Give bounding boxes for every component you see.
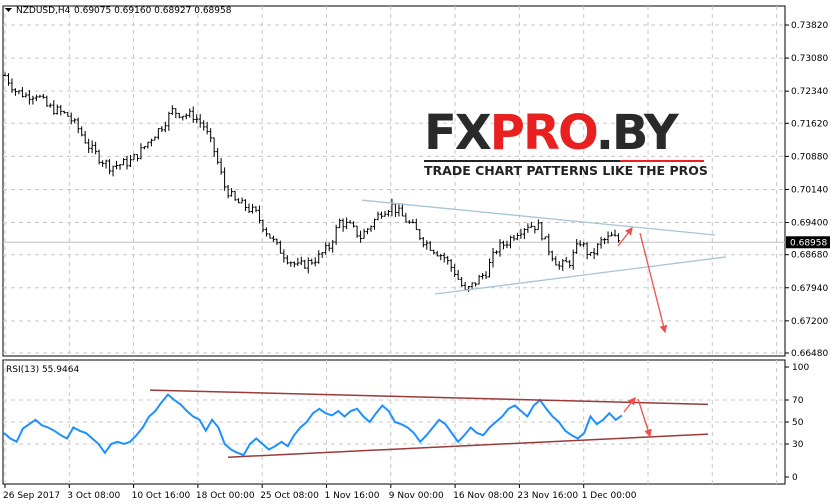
time-tick-label: 10 Oct 16:00: [132, 491, 191, 501]
price-tick-label: 0.71620: [791, 119, 828, 129]
price-tick-label: 0.69400: [791, 219, 828, 229]
logo-text-fx: FX: [424, 105, 492, 161]
time-tick-label: 1 Nov 16:00: [325, 491, 380, 501]
time-tick-label: 18 Oct 00:00: [196, 491, 255, 501]
time-tick-label: 3 Oct 08:00: [67, 491, 120, 501]
time-tick-label: 25 Oct 08:00: [260, 491, 319, 501]
ohlc-values: 0.69075 0.69160 0.68927 0.68958: [74, 6, 232, 16]
price-tick-label: 0.67940: [791, 284, 828, 294]
time-tick-label: 9 Nov 00:00: [389, 491, 444, 501]
rsi-tick-label: 0: [792, 473, 798, 483]
price-tick-label: 0.67200: [791, 317, 828, 327]
price-tick-label: 0.66480: [791, 349, 828, 359]
trading-chart[interactable]: 0.73820 0.73080 0.72340 0.71620 0.70880 0.701…: [0, 0, 831, 504]
symbol-label: NZDUSD,H4: [16, 6, 71, 16]
rsi-tick-label: 100: [792, 363, 809, 373]
time-tick-label: 23 Nov 16:00: [517, 491, 578, 501]
logo-tagline: TRADE CHART PATTERNS LIKE THE PROS: [424, 163, 708, 178]
time-tick-label: 16 Nov 08:00: [453, 491, 514, 501]
logo-text-pro: PRO: [489, 105, 598, 161]
logo-text-by: .BY: [595, 105, 679, 161]
rsi-tick-label: 70: [792, 396, 804, 406]
rsi-title: RSI(13) 55.9464: [6, 365, 79, 375]
price-tick-label: 0.72340: [791, 87, 828, 97]
time-tick-label: 26 Sep 2017: [3, 491, 60, 501]
fxpro-watermark-logo: FXPRO.BY TRADE CHART PATTERNS LIKE THE P…: [424, 105, 708, 178]
price-tick-label: 0.73080: [791, 54, 828, 64]
price-tick-label: 0.73820: [791, 21, 828, 31]
price-tick-label: 0.70140: [791, 185, 828, 195]
rsi-tick-label: 50: [792, 418, 804, 428]
price-tick-label: 0.70880: [791, 152, 828, 162]
time-tick-label: 1 Dec 00:00: [582, 491, 637, 501]
rsi-tick-label: 30: [792, 440, 804, 450]
current-price-label: 0.68958: [790, 238, 827, 248]
price-tick-label: 0.68680: [791, 251, 828, 261]
